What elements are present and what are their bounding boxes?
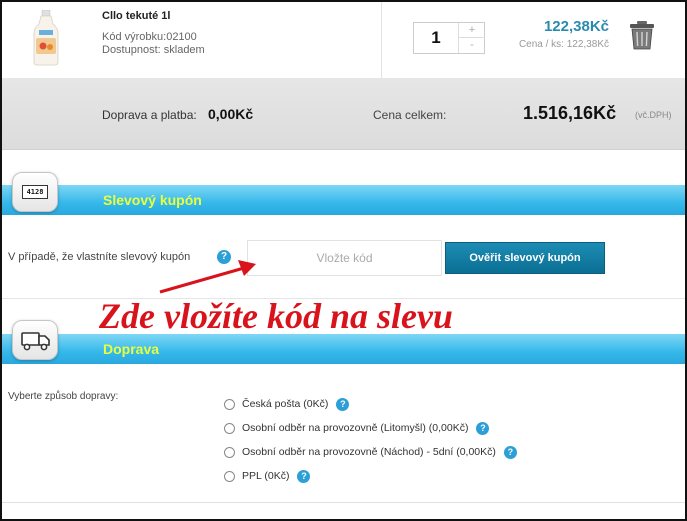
total-price-value: 1.516,16Kč [523, 103, 617, 123]
quantity-value[interactable]: 1 [414, 23, 458, 53]
total-price-label: Cena celkem: [373, 108, 447, 122]
shipping-option-pickup-nachod[interactable]: Osobní odběr na provozovně (Náchod) - 5d… [224, 440, 517, 464]
shipping-method-prompt: Vyberte způsob dopravy: [8, 391, 119, 402]
coupon-card-icon: 4128 [12, 172, 58, 212]
shipping-option-label[interactable]: Osobní odběr na provozovně (Náchod) - 5d… [242, 446, 496, 458]
product-name[interactable]: Cllo tekuté 1l [102, 10, 170, 22]
coupon-section-title: Slevový kupón [103, 192, 202, 208]
annotation-arrow-icon [159, 260, 256, 294]
truck-icon-graphic [21, 332, 50, 351]
shipping-option-ppl[interactable]: PPL (0Kč) ? [224, 464, 517, 488]
shipping-option-label[interactable]: Osobní odběr na provozovně (Litomyšl) (0… [242, 422, 468, 434]
shipping-cost-label: Doprava a platba: [102, 108, 197, 122]
item-price: 122,38Kč [543, 18, 609, 35]
cart-item-info: Cllo tekuté 1l Kód výrobku:02100 Dostupn… [2, 2, 382, 78]
quantity-buttons: + - [458, 23, 485, 53]
coupon-card-number: 4128 [22, 185, 48, 199]
shipping-option-label[interactable]: PPL (0Kč) [242, 470, 289, 482]
radio-button[interactable] [224, 446, 235, 458]
radio-button[interactable] [224, 422, 235, 434]
page-frame: Cllo tekuté 1l Kód výrobku:02100 Dostupn… [0, 0, 687, 521]
quantity-stepper[interactable]: 1 + - [413, 22, 485, 54]
help-icon[interactable]: ? [503, 445, 517, 459]
shipping-option-label[interactable]: Česká pošta (0Kč) [242, 398, 328, 410]
shipping-cost-value: 0,00Kč [208, 106, 254, 122]
product-code: Kód výrobku:02100 [102, 31, 197, 43]
shipping-option-pickup-litomysl[interactable]: Osobní odběr na provozovně (Litomyšl) (0… [224, 416, 517, 440]
help-icon[interactable]: ? [336, 397, 350, 411]
divider [2, 502, 685, 503]
vat-note: (vč.DPH) [635, 110, 672, 120]
coupon-code-input[interactable] [247, 240, 442, 276]
unit-price: Cena / ks: 122,38Kč [518, 39, 609, 50]
product-bottle-image[interactable] [32, 10, 60, 66]
shipping-section-title: Doprava [103, 341, 160, 357]
truck-icon [12, 320, 58, 360]
shipping-option-ceska-posta[interactable]: Česká pošta (0Kč) ? [224, 392, 517, 416]
trash-icon[interactable] [628, 20, 656, 50]
verify-coupon-button[interactable]: Ověřit slevový kupón [445, 242, 605, 274]
cart-item: Cllo tekuté 1l Kód výrobku:02100 Dostupn… [2, 2, 685, 78]
radio-button[interactable] [224, 398, 235, 410]
quantity-decrement-button[interactable]: - [459, 38, 485, 53]
quantity-increment-button[interactable]: + [459, 23, 485, 38]
help-icon[interactable]: ? [476, 421, 490, 435]
shipping-options-list: Česká pošta (0Kč) ? Osobní odběr na prov… [224, 392, 517, 488]
annotation-text: Zde vložíte kód na slevu [99, 296, 453, 336]
product-availability: Dostupnost: skladem [102, 44, 205, 56]
help-icon[interactable]: ? [297, 469, 311, 483]
cart-totals: Doprava a platba: 0,00Kč Cena celkem: 1.… [2, 78, 685, 150]
radio-button[interactable] [224, 470, 235, 482]
